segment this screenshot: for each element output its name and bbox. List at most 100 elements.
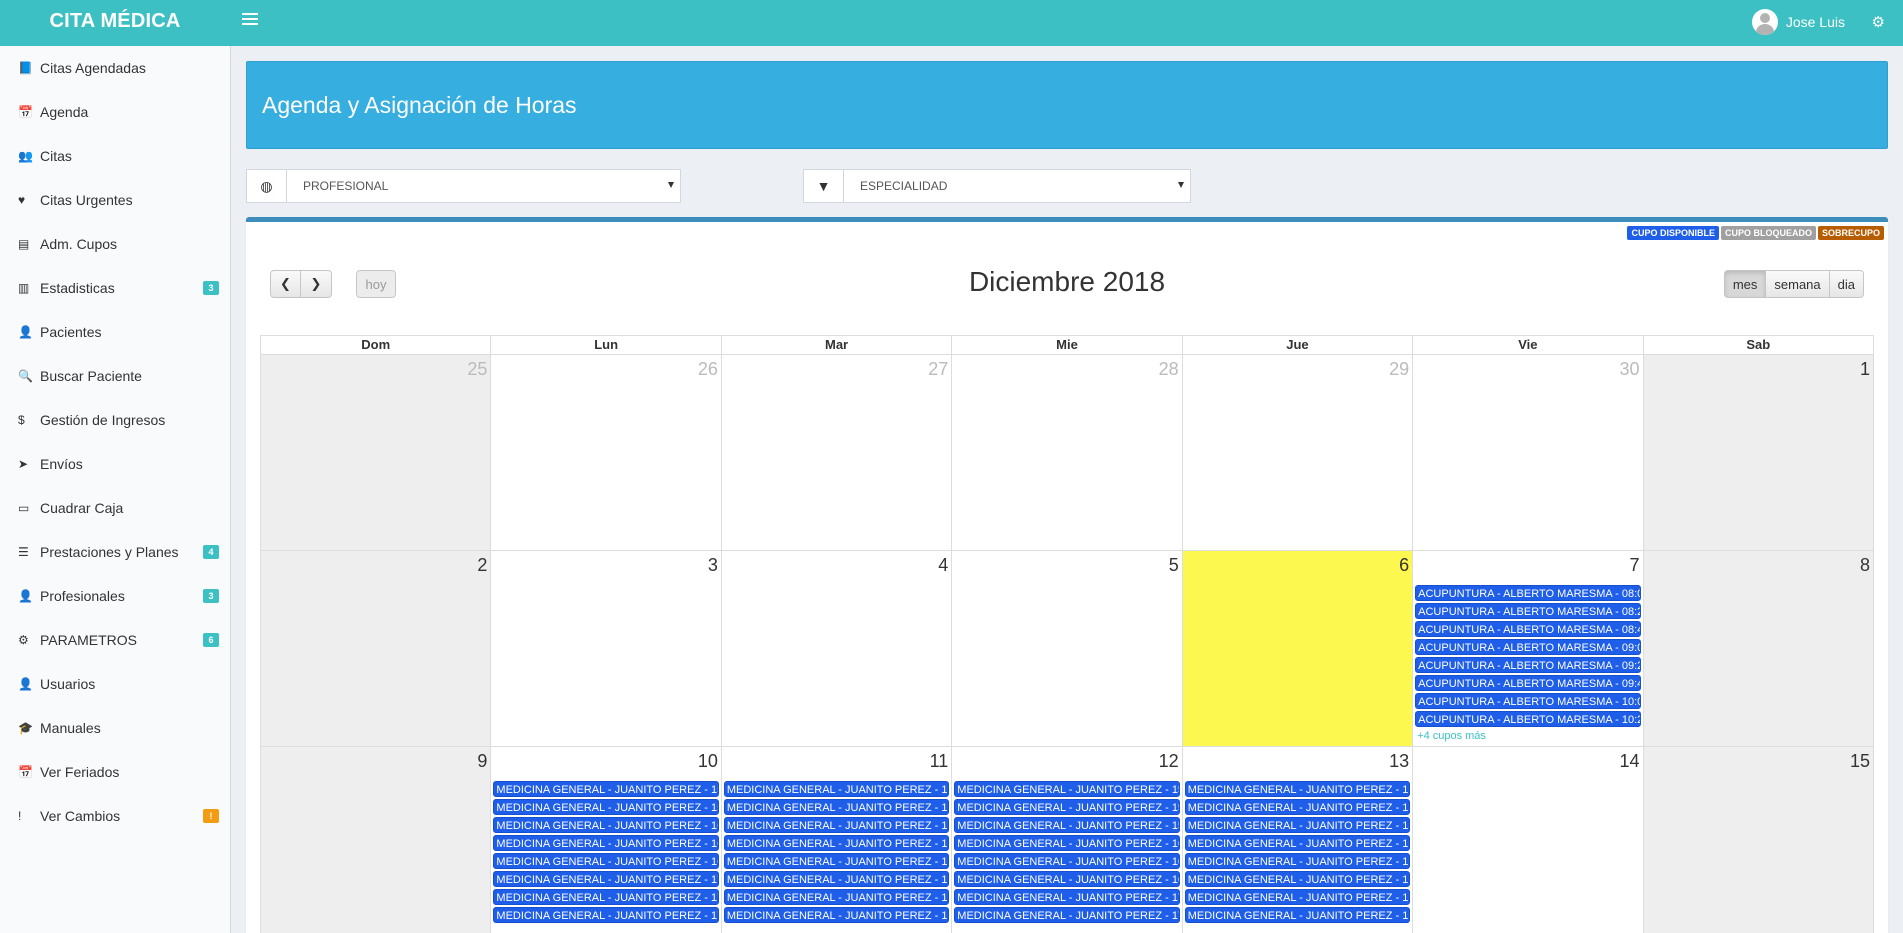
calendar-o-icon: 📅: [18, 765, 33, 779]
day-cell[interactable]: 10 MEDICINA GENERAL - JUANITO PEREZ - 15:…: [491, 747, 722, 933]
more-events-link[interactable]: +4 cupos más: [1415, 729, 1640, 743]
profesional-select-value[interactable]: PROFESIONAL: [287, 170, 680, 202]
event-slot[interactable]: MEDICINA GENERAL - JUANITO PEREZ - 17:20: [493, 889, 719, 905]
especialidad-select-value[interactable]: ESPECIALIDAD: [844, 170, 1190, 202]
sidebar-item-citas[interactable]: 👥 Citas: [0, 134, 230, 178]
event-slot[interactable]: MEDICINA GENERAL - JUANITO PEREZ - 15:40: [493, 799, 719, 815]
weekday-header-cell: Jue: [1182, 336, 1414, 355]
user-menu[interactable]: Jose Luis: [1751, 9, 1845, 35]
event-slot[interactable]: ACUPUNTURA - ALBERTO MARESMA - 08:20:00: [1415, 603, 1641, 619]
event-slot[interactable]: MEDICINA GENERAL - JUANITO PEREZ - 15:40: [723, 817, 950, 833]
event-slot[interactable]: MEDICINA GENERAL - JUANITO PEREZ - 16:20: [723, 853, 950, 869]
day-cell-today[interactable]: 6: [1182, 551, 1414, 747]
sidebar-item-adm-cupos[interactable]: ▤ Adm. Cupos: [0, 222, 230, 266]
day-cell[interactable]: 25: [261, 355, 492, 551]
day-cell[interactable]: 12 MEDICINA GENERAL - JUANITO PEREZ - 15:…: [952, 747, 1183, 933]
brand-logo[interactable]: CITA MÉDICA: [0, 0, 230, 46]
credit-card-icon: ▭: [18, 501, 30, 515]
event-slot[interactable]: ACUPUNTURA - ALBERTO MARESMA - 08:40:00: [1415, 621, 1641, 637]
view-day-button[interactable]: dia: [1829, 270, 1864, 298]
event-slot[interactable]: MEDICINA GENERAL - JUANITO PEREZ - 17:20: [723, 907, 950, 923]
event-slot[interactable]: MEDICINA GENERAL - JUANITO PEREZ - 16:00: [493, 817, 719, 833]
day-cell[interactable]: 3: [491, 551, 722, 747]
sidebar-item-manuales[interactable]: 🎓 Manuales: [0, 706, 230, 750]
event-slot[interactable]: MEDICINA GENERAL - JUANITO PEREZ - 17:40: [493, 907, 719, 923]
sidebar-item-agenda[interactable]: 📅 Agenda: [0, 90, 230, 134]
sidebar-toggle-icon[interactable]: [242, 13, 258, 27]
event-slot[interactable]: ACUPUNTURA - ALBERTO MARESMA - 10:20:00: [1415, 711, 1641, 727]
event-slot[interactable]: MEDICINA GENERAL - JUANITO PEREZ - 15:00: [954, 781, 1180, 797]
event-slot[interactable]: ACUPUNTURA - ALBERTO MARESMA - 09:40:00: [1415, 675, 1641, 691]
sidebar-item-label: Cuadrar Caja: [40, 500, 124, 516]
day-cell[interactable]: 8: [1643, 551, 1874, 747]
event-slot[interactable]: MEDICINA GENERAL - JUANITO PEREZ - 17:00: [493, 871, 719, 887]
event-slot[interactable]: MEDICINA GENERAL - JUANITO PEREZ - 17:20: [1184, 907, 1411, 923]
sidebar-item-usuarios[interactable]: 👤 Usuarios: [0, 662, 230, 706]
event-slot[interactable]: MEDICINA GENERAL - JUANITO PEREZ - 16:20: [1184, 853, 1411, 869]
day-number: 3: [707, 555, 718, 575]
sidebar-item-cuadrar-caja[interactable]: ▭ Cuadrar Caja: [0, 486, 230, 530]
event-slot[interactable]: MEDICINA GENERAL - JUANITO PEREZ - 15:20: [723, 799, 950, 815]
event-slot[interactable]: MEDICINA GENERAL - JUANITO PEREZ - 16:20: [954, 853, 1180, 869]
day-cell[interactable]: 13 MEDICINA GENERAL - JUANITO PEREZ - 15:…: [1183, 747, 1414, 933]
sidebar-item-estadisticas[interactable]: ▥ Estadisticas 3: [0, 266, 230, 310]
event-slot[interactable]: MEDICINA GENERAL - JUANITO PEREZ - 16:20: [493, 835, 719, 851]
sidebar-item-ver-cambios[interactable]: ! Ver Cambios!: [0, 794, 230, 838]
weekday-header-cell: Lun: [491, 336, 722, 355]
day-cell[interactable]: 14: [1413, 747, 1644, 933]
profesional-select[interactable]: ◍ PROFESIONAL: [246, 169, 681, 203]
sidebar-item-parametros[interactable]: ⚙ PARAMETROS 6: [0, 618, 230, 662]
event-slot[interactable]: MEDICINA GENERAL - JUANITO PEREZ - 16:40: [723, 871, 950, 887]
event-slot[interactable]: MEDICINA GENERAL - JUANITO PEREZ - 17:00: [723, 889, 950, 905]
event-slot[interactable]: MEDICINA GENERAL - JUANITO PEREZ - 15:00: [1184, 781, 1411, 797]
legend-item: CUPO DISPONIBLE: [1627, 226, 1719, 240]
event-slot[interactable]: MEDICINA GENERAL - JUANITO PEREZ - 16:00: [1184, 835, 1411, 851]
event-slot[interactable]: MEDICINA GENERAL - JUANITO PEREZ - 17:00: [954, 889, 1180, 905]
sidebar-item-citas-agendadas[interactable]: 📘 Citas Agendadas: [0, 46, 230, 90]
event-slot[interactable]: MEDICINA GENERAL - JUANITO PEREZ - 17:00: [1184, 889, 1411, 905]
day-cell[interactable]: 26: [491, 355, 722, 551]
event-slot[interactable]: ACUPUNTURA - ALBERTO MARESMA - 09:20:00: [1415, 657, 1641, 673]
sidebar-item-envíos[interactable]: ➤ Envíos: [0, 442, 230, 486]
view-month-button[interactable]: mes: [1723, 270, 1767, 298]
sidebar-item-buscar-paciente[interactable]: 🔍 Buscar Paciente: [0, 354, 230, 398]
event-slot[interactable]: MEDICINA GENERAL - JUANITO PEREZ - 15:40: [1184, 817, 1411, 833]
day-cell[interactable]: 4: [721, 551, 953, 747]
sidebar-item-prestaciones-y-planes[interactable]: ☰ Prestaciones y Planes 4: [0, 530, 230, 574]
event-slot[interactable]: ACUPUNTURA - ALBERTO MARESMA - 08:00:00: [1415, 585, 1641, 601]
event-slot[interactable]: MEDICINA GENERAL - JUANITO PEREZ - 16:00: [954, 835, 1180, 851]
day-cell[interactable]: 9: [261, 747, 492, 933]
event-slot[interactable]: ACUPUNTURA - ALBERTO MARESMA - 09:00:00: [1415, 639, 1641, 655]
sidebar-item-ver-feriados[interactable]: 📅 Ver Feriados: [0, 750, 230, 794]
event-slot[interactable]: MEDICINA GENERAL - JUANITO PEREZ - 15:40: [954, 817, 1180, 833]
day-cell[interactable]: 28: [952, 355, 1183, 551]
event-slot[interactable]: MEDICINA GENERAL - JUANITO PEREZ - 16:00: [723, 835, 950, 851]
day-cell[interactable]: 11 MEDICINA GENERAL - JUANITO PEREZ - 15:…: [722, 747, 953, 933]
day-cell[interactable]: 30: [1413, 355, 1644, 551]
day-cell[interactable]: 2: [261, 551, 492, 747]
sidebar-item-citas-urgentes[interactable]: ♥ Citas Urgentes: [0, 178, 230, 222]
event-slot[interactable]: MEDICINA GENERAL - JUANITO PEREZ - 16:40: [954, 871, 1180, 887]
day-cell[interactable]: 1: [1643, 355, 1874, 551]
sidebar-item-label: Manuales: [40, 720, 101, 736]
especialidad-select[interactable]: ▼ ESPECIALIDAD: [803, 169, 1191, 203]
view-week-button[interactable]: semana: [1766, 270, 1830, 298]
day-cell[interactable]: 5: [952, 551, 1183, 747]
sidebar-item-pacientes[interactable]: 👤 Pacientes: [0, 310, 230, 354]
cogs-icon[interactable]: ⚙: [1872, 13, 1885, 31]
event-slot[interactable]: MEDICINA GENERAL - JUANITO PEREZ - 15:20: [1184, 799, 1411, 815]
day-cell[interactable]: 27: [721, 355, 953, 551]
sidebar-item-profesionales[interactable]: 👤 Profesionales 3: [0, 574, 230, 618]
event-slot[interactable]: MEDICINA GENERAL - JUANITO PEREZ - 17:20: [954, 907, 1180, 923]
day-cell[interactable]: 7 ACUPUNTURA - ALBERTO MARESMA - 08:00:00…: [1413, 551, 1644, 747]
event-slot[interactable]: MEDICINA GENERAL - JUANITO PEREZ - 15:20: [954, 799, 1180, 815]
event-slot[interactable]: MEDICINA GENERAL - JUANITO PEREZ - 15:00: [723, 781, 950, 797]
day-cell[interactable]: 29: [1182, 355, 1414, 551]
event-slot[interactable]: MEDICINA GENERAL - JUANITO PEREZ - 15:20: [493, 781, 719, 797]
day-cell[interactable]: 15: [1643, 747, 1874, 933]
event-slot[interactable]: MEDICINA GENERAL - JUANITO PEREZ - 16:40: [1184, 871, 1411, 887]
sidebar-item-label: Buscar Paciente: [40, 368, 142, 384]
event-slot[interactable]: ACUPUNTURA - ALBERTO MARESMA - 10:00:00: [1415, 693, 1641, 709]
sidebar-item-gestión-de-ingresos[interactable]: $ Gestión de Ingresos: [0, 398, 230, 442]
event-slot[interactable]: MEDICINA GENERAL - JUANITO PEREZ - 16:40: [493, 853, 719, 869]
